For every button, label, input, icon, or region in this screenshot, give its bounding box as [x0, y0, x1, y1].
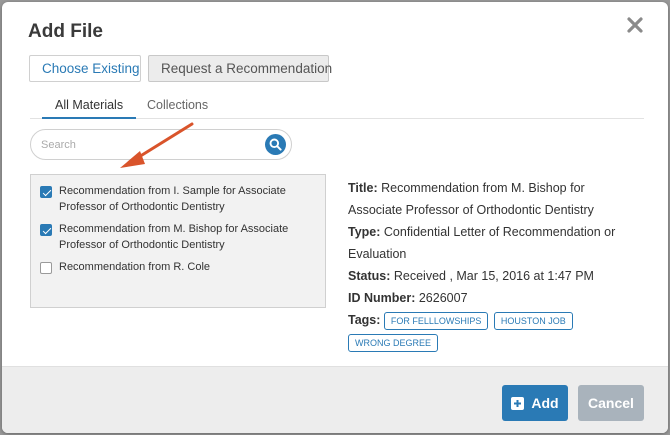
list-item[interactable]: Recommendation from R. Cole: [40, 260, 317, 276]
detail-id: ID Number: 2626007: [348, 287, 620, 309]
dialog-title: Add File: [28, 21, 103, 42]
id-label: ID Number:: [348, 291, 416, 305]
title-value: Recommendation from M. Bishop for Associ…: [348, 181, 594, 217]
add-file-dialog: Add File Choose Existing Request a Recom…: [2, 2, 668, 433]
list-item[interactable]: Recommendation from I. Sample for Associ…: [40, 184, 317, 215]
title-label: Title:: [348, 181, 378, 195]
add-button-label: Add: [531, 395, 559, 411]
dialog-footer: Add Cancel: [2, 366, 668, 433]
detail-title: Title: Recommendation from M. Bishop for…: [348, 177, 620, 221]
checkbox[interactable]: [40, 186, 52, 198]
materials-list: Recommendation from I. Sample for Associ…: [30, 174, 326, 308]
item-label: Recommendation from I. Sample for Associ…: [59, 185, 286, 213]
detail-status: Status: Received , Mar 15, 2016 at 1:47 …: [348, 265, 620, 287]
type-label: Type:: [348, 225, 381, 239]
tags-label: Tags:: [348, 313, 381, 327]
search-icon[interactable]: [265, 134, 286, 155]
detail-type: Type: Confidential Letter of Recommendat…: [348, 221, 620, 265]
plus-square-icon: [511, 396, 525, 410]
tag-badge[interactable]: FOR FELLLOWSHIPS: [383, 311, 489, 330]
cancel-button[interactable]: Cancel: [578, 385, 644, 421]
item-label: Recommendation from M. Bishop for Associ…: [59, 223, 289, 251]
list-item[interactable]: Recommendation from M. Bishop for Associ…: [40, 222, 317, 253]
tab-choose-existing[interactable]: Choose Existing: [29, 55, 141, 82]
checkbox[interactable]: [40, 224, 52, 236]
type-value: Confidential Letter of Recommendation or…: [348, 225, 616, 261]
id-value: 2626007: [418, 291, 468, 305]
tab-request-recommendation[interactable]: Request a Recommendation: [148, 55, 332, 82]
annotation-arrow-icon: [120, 122, 194, 168]
status-label: Status:: [348, 269, 391, 283]
tag-badge[interactable]: HOUSTON JOB: [493, 311, 573, 330]
item-label: Recommendation from R. Cole: [59, 261, 211, 273]
checkbox[interactable]: [40, 262, 52, 274]
detail-tags: Tags: FOR FELLLOWSHIPS HOUSTON JOB WRONG…: [348, 309, 620, 353]
subtab-all-materials[interactable]: All Materials: [42, 95, 137, 119]
subtab-collections[interactable]: Collections: [147, 95, 208, 119]
subtab-bar: All Materials Collections: [30, 95, 644, 119]
tag-badge[interactable]: WRONG DEGREE: [348, 333, 439, 352]
add-button[interactable]: Add: [502, 385, 568, 421]
status-value: Received , Mar 15, 2016 at 1:47 PM: [393, 269, 594, 283]
file-details: Title: Recommendation from M. Bishop for…: [348, 177, 620, 353]
close-icon[interactable]: [626, 16, 644, 34]
